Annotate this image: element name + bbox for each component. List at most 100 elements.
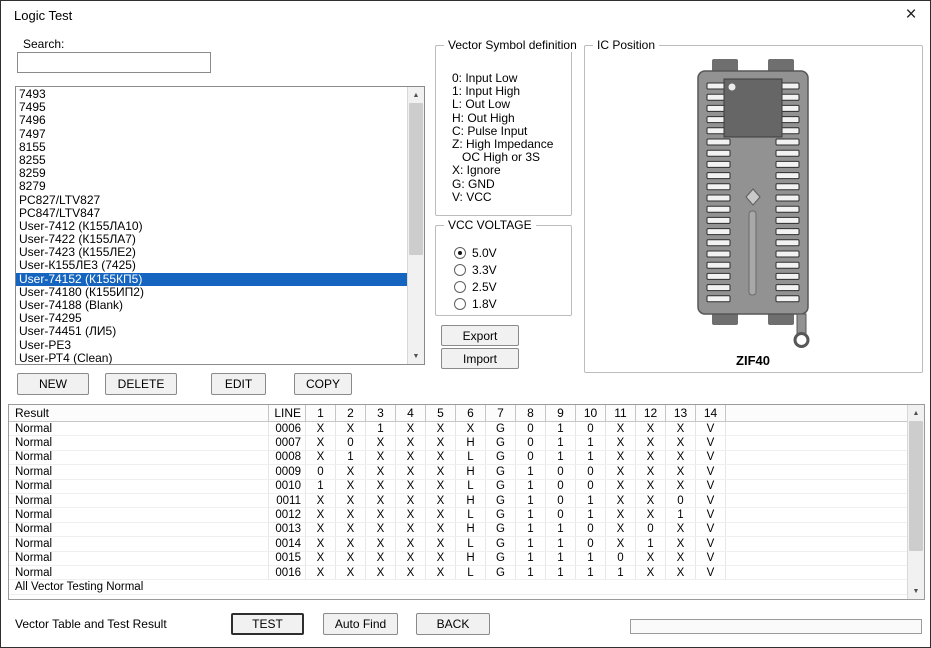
list-scrollbar[interactable]: ▲ ▼ xyxy=(407,87,424,364)
vector-cell: X xyxy=(306,493,336,508)
list-item[interactable]: 8255 xyxy=(16,153,407,167)
vector-cell: G xyxy=(486,537,516,551)
vector-row[interactable]: Normal 0011 X X X X X H G 1 0 1 X X 0 V xyxy=(9,493,907,509)
vector-cell: 0 xyxy=(546,479,576,493)
export-button[interactable]: Export xyxy=(441,325,519,346)
column-header-7[interactable]: 7 xyxy=(486,405,516,421)
table-scrollbar[interactable]: ▲ ▼ xyxy=(907,405,924,599)
edit-button[interactable]: EDIT xyxy=(211,373,266,395)
list-item[interactable]: 8259 xyxy=(16,166,407,180)
vector-table-body: Normal 0006 X X 1 X X X G 0 1 0 X X X V Normal 0007 X 0 X X X H… xyxy=(9,422,907,595)
vector-cell: X xyxy=(426,508,456,522)
column-header-6[interactable]: 6 xyxy=(456,405,486,421)
socket-lever[interactable] xyxy=(796,313,807,335)
column-header-8[interactable]: 8 xyxy=(516,405,546,421)
vector-row[interactable]: Normal 0009 0 X X X X H G 1 0 0 X X X V xyxy=(9,465,907,480)
copy-button[interactable]: COPY xyxy=(294,373,352,395)
vcc-option-2.5V[interactable]: 2.5V xyxy=(436,278,571,295)
list-item[interactable]: 7496 xyxy=(16,114,407,127)
vector-cell: V xyxy=(696,551,726,565)
vector-cell: H xyxy=(456,522,486,537)
scroll-down-icon[interactable]: ▼ xyxy=(408,348,424,364)
search-input[interactable] xyxy=(17,52,211,73)
table-scroll-down-icon[interactable]: ▼ xyxy=(908,583,924,599)
column-header-11[interactable]: 11 xyxy=(606,405,636,421)
column-header-9[interactable]: 9 xyxy=(546,405,576,421)
list-item[interactable]: 8279 xyxy=(16,180,407,193)
line-cell: 0015 xyxy=(269,551,306,565)
vector-cell: V xyxy=(696,493,726,508)
close-icon[interactable]: × xyxy=(898,3,924,27)
radio-icon[interactable] xyxy=(454,263,466,276)
vector-cell: G xyxy=(486,522,516,537)
column-header-Result[interactable]: Result xyxy=(9,405,269,421)
list-item[interactable]: User-74451 (ЛИ5) xyxy=(16,325,407,338)
list-item[interactable]: 7497 xyxy=(16,127,407,141)
lever-handle[interactable] xyxy=(793,332,810,348)
import-button[interactable]: Import xyxy=(441,348,519,369)
column-header-14[interactable]: 14 xyxy=(696,405,726,421)
list-item[interactable]: User-РЕ3 xyxy=(16,338,407,352)
vector-row[interactable]: Normal 0012 X X X X X L G 1 0 1 X X 1 V xyxy=(9,508,907,523)
vector-cell: X xyxy=(666,479,696,493)
table-scroll-track[interactable] xyxy=(908,421,924,583)
window-title: Logic Test xyxy=(14,8,73,23)
list-item[interactable]: User-74152 (К155КП5) xyxy=(16,272,407,286)
vector-row[interactable]: Normal 0015 X X X X X H G 1 1 1 0 X X V xyxy=(9,551,907,566)
column-header-10[interactable]: 10 xyxy=(576,405,606,421)
column-header-13[interactable]: 13 xyxy=(666,405,696,421)
table-scroll-up-icon[interactable]: ▲ xyxy=(908,405,924,421)
vector-row[interactable]: Normal 0014 X X X X X L G 1 1 0 X 1 X V xyxy=(9,537,907,552)
vector-row[interactable]: Normal 0016 X X X X X L G 1 1 1 1 X X V xyxy=(9,565,907,581)
list-item[interactable]: 7495 xyxy=(16,100,407,114)
delete-button[interactable]: DELETE xyxy=(105,373,177,395)
new-button[interactable]: NEW xyxy=(17,373,89,395)
list-item[interactable]: PC827/LTV827 xyxy=(16,193,407,207)
column-header-3[interactable]: 3 xyxy=(366,405,396,421)
list-item[interactable]: PC847/LTV847 xyxy=(16,206,407,220)
vcc-option-5.0V[interactable]: 5.0V xyxy=(436,244,571,261)
column-header-LINE[interactable]: LINE xyxy=(269,405,306,421)
vector-row[interactable]: Normal 0010 1 X X X X L G 1 0 0 X X X V xyxy=(9,479,907,494)
list-item[interactable]: 7493 xyxy=(16,87,407,101)
vector-table-header: Result LINE 1 2 3 4 5 6 7 8 9 10 11 12 13 14 xyxy=(9,405,907,422)
auto-find-button[interactable]: Auto Find xyxy=(323,613,398,635)
column-header-2[interactable]: 2 xyxy=(336,405,366,421)
vector-cell: X xyxy=(636,493,666,508)
vcc-voltage-groupbox: VCC VOLTAGE 5.0V 3.3V 2.5V 1.8V xyxy=(435,218,572,316)
vcc-option-1.8V[interactable]: 1.8V xyxy=(436,295,571,312)
back-button[interactable]: BACK xyxy=(416,613,490,635)
result-cell: Normal xyxy=(9,551,269,565)
vcc-option-3.3V[interactable]: 3.3V xyxy=(436,261,571,278)
vector-row[interactable]: Normal 0007 X 0 X X X H G 0 1 1 X X X V xyxy=(9,436,907,451)
list-scroll-thumb[interactable] xyxy=(409,103,423,255)
socket-pin-slot xyxy=(775,284,800,292)
column-header-1[interactable]: 1 xyxy=(306,405,336,421)
radio-icon[interactable] xyxy=(454,246,466,259)
radio-icon[interactable] xyxy=(454,280,466,293)
vector-cell: X xyxy=(426,465,456,479)
vector-row[interactable]: Normal 0008 X 1 X X X L G 0 1 1 X X X V xyxy=(9,450,907,466)
list-item[interactable]: 8155 xyxy=(16,140,407,154)
vector-row[interactable]: Normal 0013 X X X X X H G 1 1 0 X 0 X V xyxy=(9,522,907,538)
vector-row[interactable]: Normal 0006 X X 1 X X X G 0 1 0 X X X V xyxy=(9,422,907,437)
scroll-up-icon[interactable]: ▲ xyxy=(408,87,424,103)
test-button[interactable]: TEST xyxy=(231,613,304,635)
radio-icon[interactable] xyxy=(454,297,466,310)
vector-cell: V xyxy=(696,522,726,537)
list-scroll-track[interactable] xyxy=(408,103,424,348)
line-cell: 0012 xyxy=(269,508,306,522)
vector-cell: X xyxy=(606,522,636,537)
column-header-12[interactable]: 12 xyxy=(636,405,666,421)
column-header-5[interactable]: 5 xyxy=(426,405,456,421)
column-header-4[interactable]: 4 xyxy=(396,405,426,421)
vector-cell: X xyxy=(636,436,666,450)
row-filler xyxy=(726,422,907,435)
logic-test-window: Logic Test × Search: 7493 7495 7496 7497 815… xyxy=(0,0,931,648)
table-scroll-thumb[interactable] xyxy=(909,421,923,551)
list-item[interactable]: User-К155ЛЕ3 (7425) xyxy=(16,259,407,272)
vector-cell: G xyxy=(486,508,516,522)
list-item[interactable]: User-РТ4 (Clean) xyxy=(16,351,407,364)
row-filler xyxy=(726,480,907,493)
row-filler xyxy=(726,552,907,565)
